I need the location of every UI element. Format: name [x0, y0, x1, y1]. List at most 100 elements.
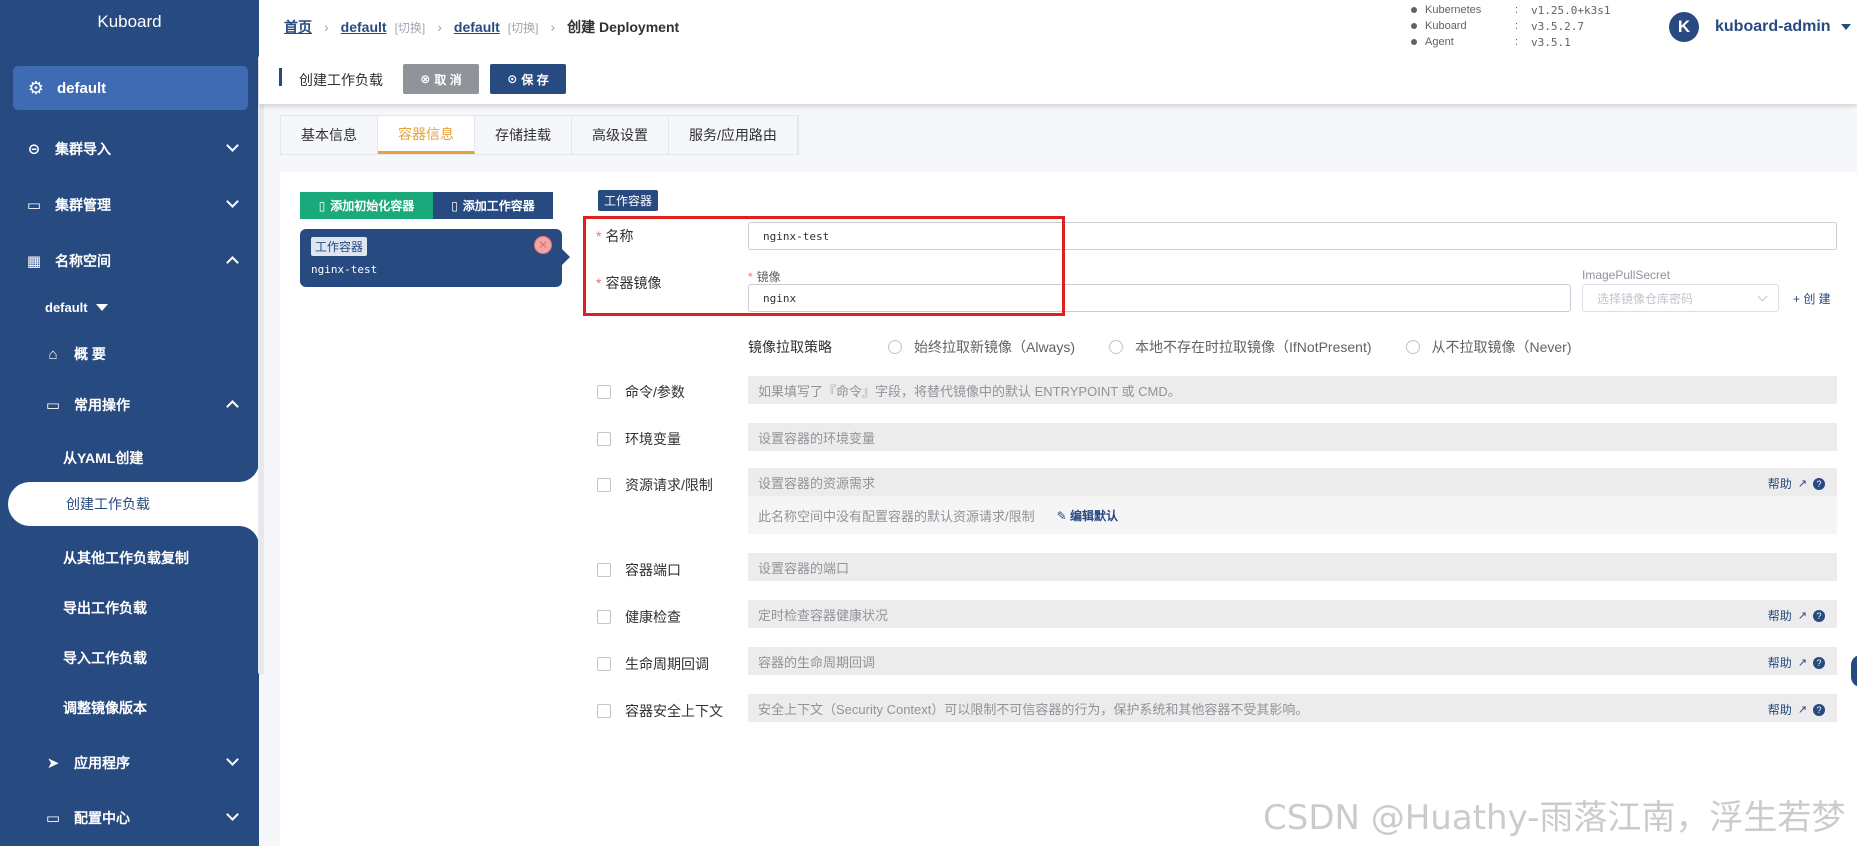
menu-label: 集群管理: [55, 197, 111, 213]
menu-create-workload[interactable]: 创建工作负载: [8, 482, 259, 526]
folder-icon: ▭: [45, 397, 61, 414]
breadcrumb-cluster[interactable]: default: [341, 19, 387, 35]
chevron-down-icon: [226, 808, 239, 821]
option-health-check[interactable]: 健康检查: [597, 607, 681, 627]
pull-secret-select[interactable]: 选择镜像仓库密码: [1582, 284, 1779, 312]
sidebar-scrollbar[interactable]: [258, 55, 264, 675]
breadcrumb-namespace[interactable]: default: [454, 19, 500, 35]
checkbox[interactable]: [597, 657, 611, 671]
namespace-select[interactable]: default: [0, 285, 259, 329]
option-env-vars[interactable]: 环境变量: [597, 429, 681, 449]
menu-export-workload[interactable]: 导出工作负载: [0, 586, 259, 630]
menu-label: 导入工作负载: [63, 650, 147, 666]
tab-service-route[interactable]: 服务/应用路由: [669, 116, 798, 154]
home-icon: ⌂: [48, 345, 58, 363]
tab-container-info[interactable]: 容器信息: [378, 116, 475, 154]
namespace-switch-link[interactable]: [切换]: [508, 19, 539, 36]
version-name: Kuboard: [1425, 20, 1467, 32]
chevron-up-icon: [226, 400, 239, 413]
user-menu[interactable]: K kuboard-admin: [1669, 12, 1851, 42]
help-link[interactable]: 帮助 ↗?: [1768, 475, 1825, 492]
header: 首页 › default [切换] › default [切换] › 创建 De…: [259, 0, 1857, 54]
question-icon: ?: [1813, 703, 1825, 716]
add-container-buttons: ▯ 添加初始化容器 ▯ 添加工作容器: [300, 192, 553, 219]
help-link[interactable]: 帮助 ↗?: [1768, 701, 1825, 718]
menu-label: 集群导入: [55, 141, 111, 157]
namespace-select-label: default: [45, 299, 88, 315]
cluster-switch-link[interactable]: [切换]: [395, 19, 426, 36]
caret-down-icon: [1840, 24, 1851, 30]
menu-overview[interactable]: ⌂ 概 要: [0, 332, 259, 376]
sidebar: Kuboard ⚙ default ⊝ 集群导入 ▭ 集群管理 ▦ 名称空间 d…: [0, 0, 259, 846]
bullet-icon: [1411, 7, 1417, 13]
checkbox[interactable]: [597, 610, 611, 624]
question-icon: ?: [1813, 656, 1825, 669]
chevron-down-icon: [226, 195, 239, 208]
menu-cluster-import[interactable]: ⊝ 集群导入: [0, 127, 259, 171]
menu-common-ops[interactable]: ▭ 常用操作: [0, 383, 259, 427]
floating-button[interactable]: [1851, 655, 1857, 687]
tab-basic-info[interactable]: 基本信息: [281, 116, 378, 154]
option-lifecycle[interactable]: 生命周期回调: [597, 654, 709, 674]
add-init-label: 添加初始化容器: [330, 199, 415, 213]
chevron-down-icon: [226, 753, 239, 766]
check-circle-icon: ⊙: [507, 72, 518, 86]
option-label: 资源请求/限制: [625, 477, 713, 493]
edit-default-link[interactable]: ✎ 编辑默认: [1057, 507, 1118, 524]
add-init-container-button[interactable]: ▯ 添加初始化容器: [300, 192, 433, 219]
close-icon[interactable]: ✕: [534, 236, 552, 254]
brand-title: Kuboard: [97, 12, 162, 31]
active-corner: [239, 462, 259, 482]
version-row: Kuboard: v3.5.2.7: [1411, 18, 1610, 34]
option-hint: 安全上下文（Security Context）可以限制不可信容器的行为，保护系统…: [748, 694, 1837, 722]
help-link[interactable]: 帮助 ↗?: [1768, 607, 1825, 624]
add-work-container-button[interactable]: ▯ 添加工作容器: [433, 192, 553, 219]
option-label: 环境变量: [625, 431, 681, 447]
tab-storage[interactable]: 存储挂载: [475, 116, 572, 154]
option-label: 容器安全上下文: [625, 703, 723, 719]
menu-config-center[interactable]: ▭ 配置中心: [0, 796, 259, 840]
menu-import-workload[interactable]: 导入工作负载: [0, 636, 259, 680]
plus-icon: +: [1793, 292, 1804, 306]
option-command-args[interactable]: 命令/参数: [597, 382, 685, 402]
pull-policy-always[interactable]: 始终拉取新镜像（Always): [888, 337, 1075, 357]
checkbox[interactable]: [597, 478, 611, 492]
menu-adjust-image[interactable]: 调整镜像版本: [0, 686, 259, 730]
cancel-circle-icon: ⊗: [420, 72, 431, 86]
radio-circle: [888, 340, 902, 354]
checkbox[interactable]: [597, 432, 611, 446]
menu-label: 应用程序: [74, 755, 130, 771]
option-security-context[interactable]: 容器安全上下文: [597, 701, 723, 721]
menu-copy-workload[interactable]: 从其他工作负载复制: [0, 536, 259, 580]
toolbar: 创建工作负载 ⊗ 取 消 ⊙ 保 存: [259, 54, 1857, 104]
option-hint: 定时检查容器健康状况 帮助 ↗?: [748, 600, 1837, 628]
checkbox[interactable]: [597, 563, 611, 577]
cancel-button[interactable]: ⊗ 取 消: [403, 64, 479, 94]
breadcrumb-home[interactable]: 首页: [284, 17, 312, 37]
pull-policy-ifnotpresent[interactable]: 本地不存在时拉取镜像（IfNotPresent): [1109, 337, 1372, 357]
menu-cluster-manage[interactable]: ▭ 集群管理: [0, 183, 259, 227]
chevron-right-icon: ›: [550, 19, 556, 35]
radio-circle: [1109, 340, 1124, 354]
option-resources[interactable]: 资源请求/限制: [597, 475, 713, 495]
menu-label: 创建工作负载: [66, 496, 150, 512]
chevron-right-icon: ›: [437, 19, 442, 35]
container-card[interactable]: 工作容器 nginx-test ✕: [300, 229, 570, 287]
checkbox[interactable]: [597, 385, 611, 399]
briefcase-icon: ▭: [26, 197, 42, 214]
checkbox[interactable]: [597, 704, 611, 718]
tab-advanced[interactable]: 高级设置: [572, 116, 669, 154]
pull-policy-never[interactable]: 从不拉取镜像（Never): [1405, 337, 1572, 357]
save-button[interactable]: ⊙ 保 存: [490, 64, 566, 94]
menu-namespace[interactable]: ▦ 名称空间: [0, 239, 259, 283]
version-value: v3.5.2.7: [1531, 19, 1584, 33]
menu-from-yaml[interactable]: 从YAML创建: [0, 436, 259, 480]
create-secret-link[interactable]: + 创 建: [1793, 290, 1831, 307]
menu-label: 名称空间: [55, 253, 111, 269]
help-link[interactable]: 帮助 ↗?: [1768, 654, 1825, 671]
current-namespace-button[interactable]: ⚙ default: [13, 66, 248, 110]
radio-circle: [1405, 340, 1420, 354]
option-ports[interactable]: 容器端口: [597, 560, 681, 580]
menu-apps[interactable]: ➤ 应用程序: [0, 741, 259, 785]
breadcrumb: 首页 › default [切换] › default [切换] › 创建 De…: [284, 17, 679, 37]
